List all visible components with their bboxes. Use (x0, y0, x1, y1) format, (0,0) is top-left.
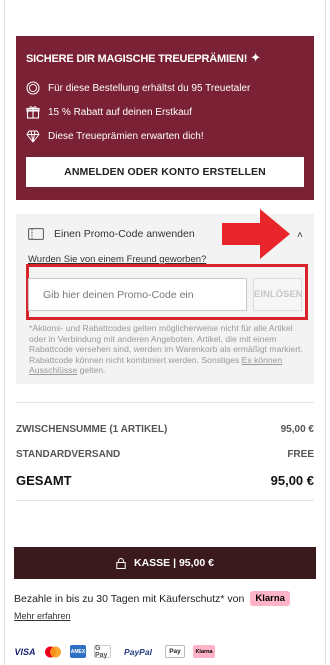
visa-icon: VISA (14, 646, 36, 657)
rewards-panel: SICHERE DIR MAGISCHE TREUEPRÄMIEN! ✦ Für … (16, 36, 314, 200)
arrow-right-icon (222, 209, 290, 259)
promo-code-input[interactable] (28, 278, 247, 311)
mastercard-icon (44, 645, 62, 658)
klarna-text: Bezahle in bis zu 30 Tagen mit Käufersch… (14, 592, 245, 605)
perk-rewards: Diese Treueprämien erwarten dich! (26, 129, 204, 143)
ticket-icon (28, 228, 44, 240)
promo-title: Einen Promo-Code anwenden (54, 228, 195, 240)
subtotal-label: ZWISCHENSUMME (1 ARTIKEL) (16, 424, 168, 435)
total-label: GESAMT (16, 473, 72, 488)
total-row: GESAMT 95,00 € (16, 473, 314, 488)
paypal-icon: PayPal (124, 646, 152, 657)
perk-discount-text: 15 % Rabatt auf deinen Erstkauf (48, 106, 192, 118)
lock-icon (116, 557, 126, 569)
divider (16, 402, 314, 403)
shipping-label: STANDARDVERSAND (16, 449, 121, 460)
shipping-row: STANDARDVERSAND FREE (16, 449, 314, 460)
promo-toggle[interactable]: Einen Promo-Code anwenden (28, 228, 195, 240)
rewards-title-text: SICHERE DIR MAGISCHE TREUEPRÄMIEN! (26, 53, 248, 65)
checkout-button[interactable]: KASSE | 95,00 € (14, 547, 316, 579)
diamond-icon (26, 129, 40, 143)
amex-icon: AMEX (70, 645, 86, 658)
perk-coins-text: Für diese Bestellung erhältst du 95 Treu… (48, 82, 251, 94)
learn-more-link[interactable]: Mehr erfahren (14, 611, 71, 621)
divider (16, 500, 314, 501)
coin-icon (26, 81, 40, 95)
disclaimer-end: gelten. (79, 365, 106, 376)
promo-disclaimer: *Aktions- und Rabattcodes gelten möglich… (29, 323, 305, 376)
perk-rewards-text: Diese Treueprämien erwarten dich! (48, 130, 204, 142)
gift-icon (26, 105, 40, 119)
rewards-title: SICHERE DIR MAGISCHE TREUEPRÄMIEN! ✦ (26, 50, 261, 66)
sparkle-icon: ✦ (250, 50, 261, 65)
total-value: 95,00 € (270, 473, 314, 488)
apple-pay-icon: Pay (165, 645, 185, 658)
klarna-info: Bezahle in bis zu 30 Tagen mit Käufersch… (14, 591, 290, 606)
apply-promo-button[interactable]: EINLÖSEN (253, 278, 303, 311)
subtotal-value: 95,00 € (280, 424, 314, 435)
login-or-register-button[interactable]: ANMELDEN ODER KONTO ERSTELLEN (26, 157, 304, 187)
perk-discount: 15 % Rabatt auf deinen Erstkauf (26, 105, 192, 119)
google-pay-icon: G Pay (94, 645, 111, 659)
chevron-up-icon[interactable]: ˄ (297, 230, 303, 241)
subtotal-row: ZWISCHENSUMME (1 ARTIKEL) 95,00 € (16, 424, 314, 435)
perk-coins: Für diese Bestellung erhältst du 95 Treu… (26, 81, 250, 95)
klarna-icon: Klarna (193, 645, 215, 658)
shipping-value: FREE (287, 449, 314, 460)
checkout-label: KASSE | 95,00 € (134, 557, 214, 569)
payment-methods: VISA AMEX G Pay PayPal Pay Klarna (14, 645, 215, 659)
klarna-logo: Klarna (250, 591, 290, 606)
